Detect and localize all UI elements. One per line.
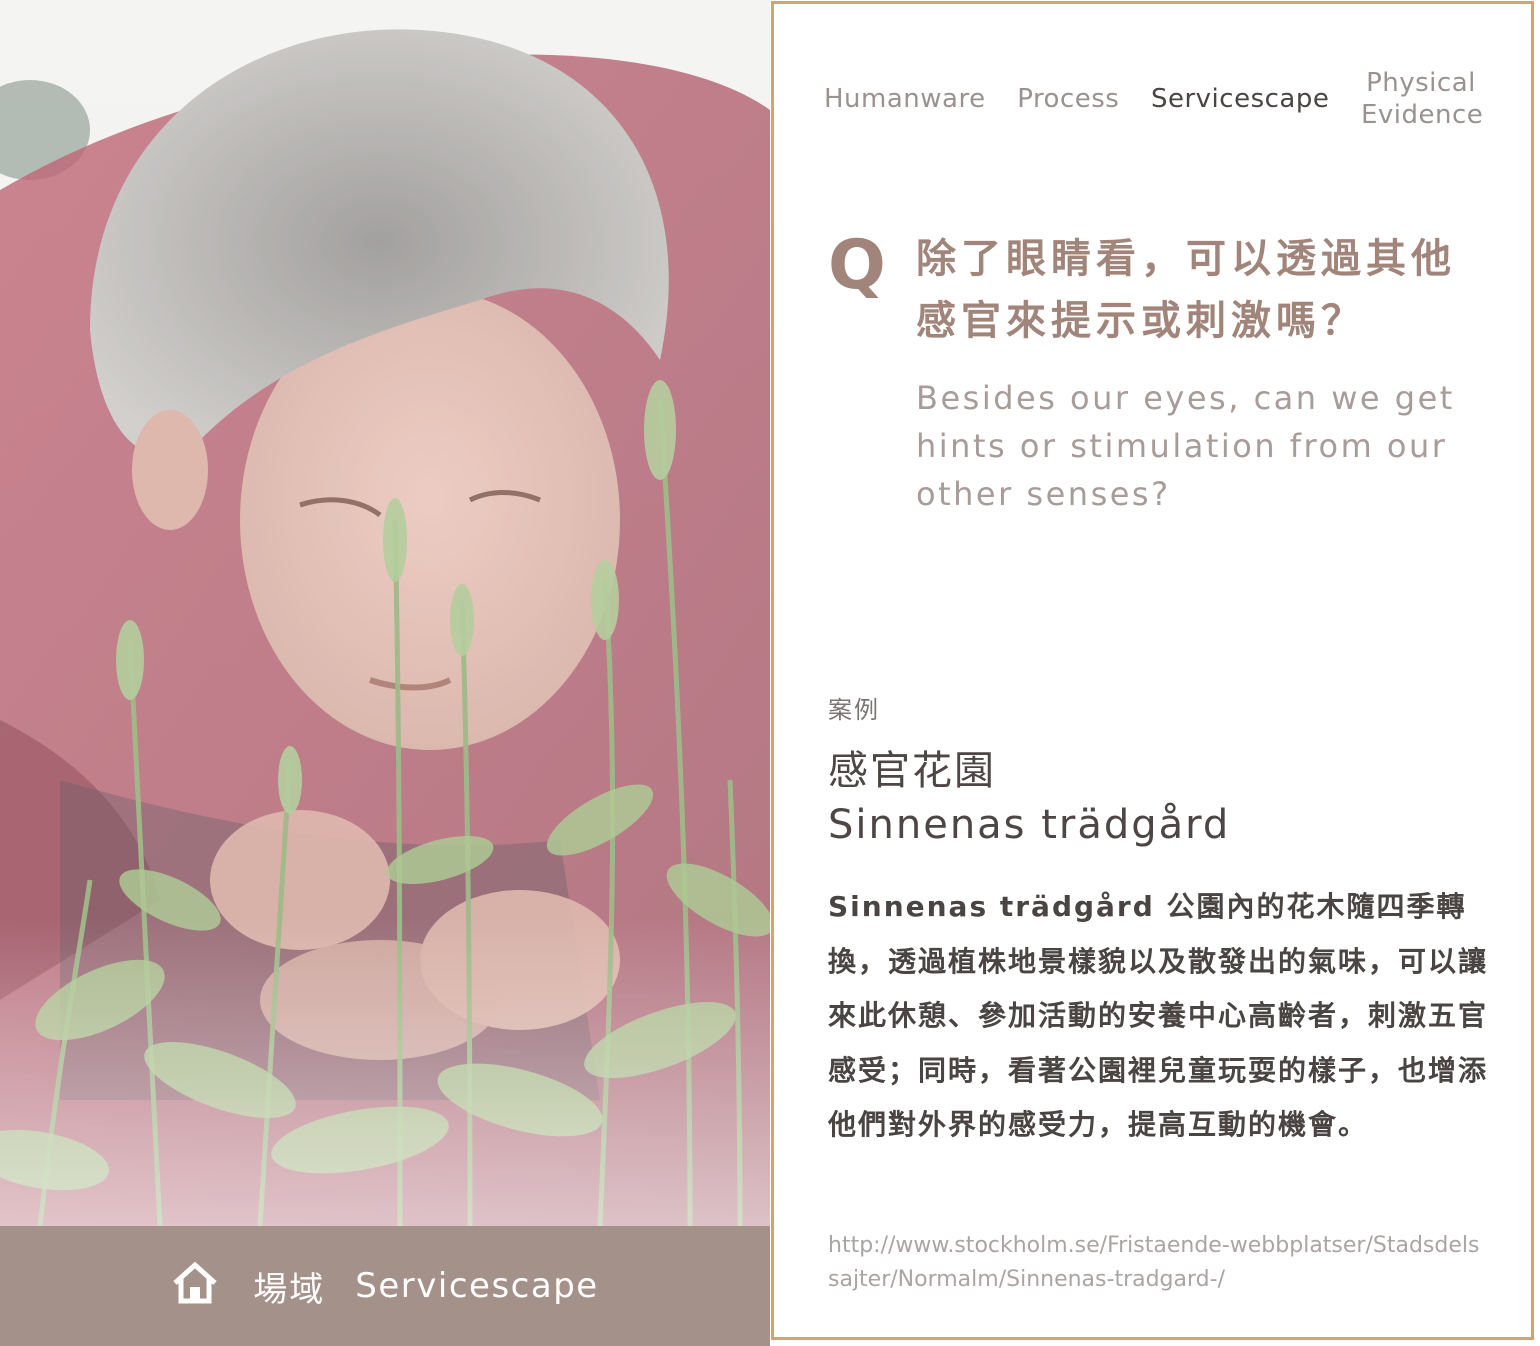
tab-servicescape[interactable]: Servicescape [1151,83,1329,115]
question-en: Besides our eyes, can we get hints or st… [916,379,1455,513]
footer-label-zh: 場域 [253,1269,326,1310]
question-mark: Q [828,226,886,305]
content-card: Humanware Process Servicescape Physical … [771,1,1534,1340]
footer-label-en: Servicescape [355,1266,599,1306]
home-icon [173,1261,217,1304]
question-zh: 除了眼睛看，可以透過其他感官來提示或刺激嗎？ [916,236,1456,344]
tab-physical-evidence[interactable]: Physical Evidence [1360,67,1484,131]
case-title: 感官花園 Sinnenas trädgård [828,744,1230,852]
case-body: Sinnenas trädgård 公園內的花木隨四季轉換，透過植株地景樣貌以及… [828,890,1489,1141]
nav-tabs: Humanware Process Servicescape Physical … [824,64,1484,134]
footer-bar: 場域 Servicescape [0,1226,770,1346]
hero-photo [0,0,770,1226]
case-title-en: Sinnenas trädgård [828,802,1231,848]
tab-process[interactable]: Process [1017,83,1119,115]
tab-humanware[interactable]: Humanware [824,83,986,115]
case-url-link[interactable]: http://www.stockholm.se/Fristaende-webbp… [828,1229,1488,1297]
case-title-zh: 感官花園 [828,748,996,794]
tab-physical-evidence-label: Physical Evidence [1360,68,1484,130]
case-label: 案例 [828,696,880,724]
photo-panel: 場域 Servicescape [0,0,770,1346]
